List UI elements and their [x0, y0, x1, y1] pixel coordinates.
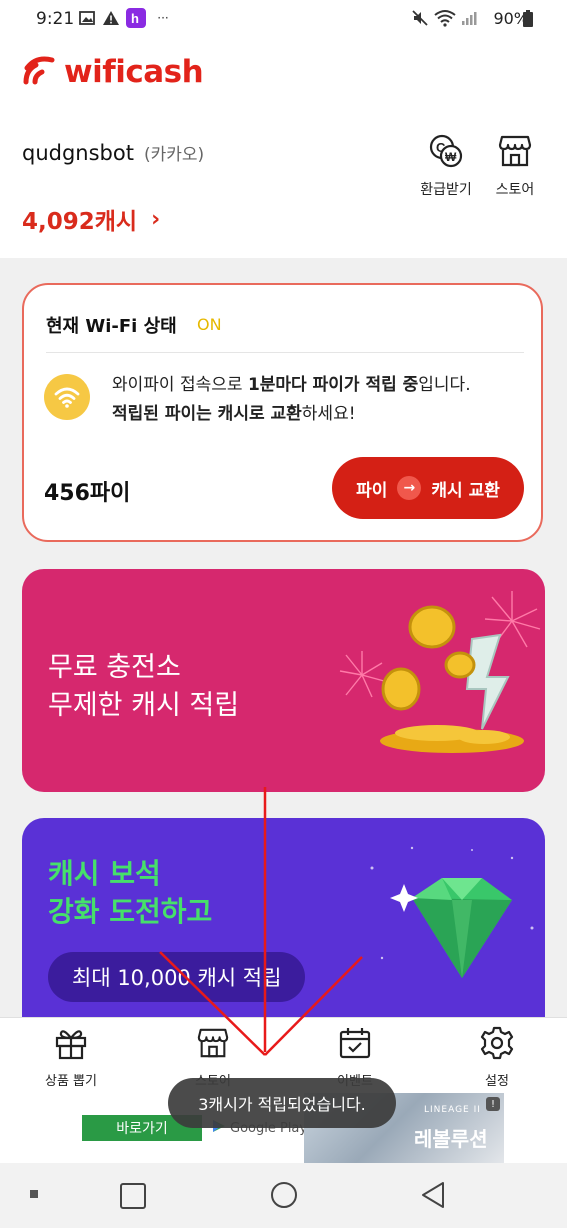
toast-message: 3캐시가 적립되었습니다. [168, 1078, 396, 1128]
home-icon[interactable] [270, 1181, 298, 1213]
wifi-status-card: 현재 Wi-Fi 상태 ON 와이파이 접속으로 1분마다 파이가 적립 중입니… [22, 283, 543, 542]
message-highlight: 1분마다 파이가 적립 중 [247, 375, 419, 395]
system-navigation-bar [0, 1163, 567, 1228]
username: qudgnsbot [22, 141, 134, 165]
pie-balance: 456파이 [44, 481, 131, 506]
signal-icon [460, 8, 478, 28]
nav-gift-draw[interactable]: 상품 뽑기 [11, 1026, 131, 1089]
store-label: 스토어 [495, 182, 535, 198]
cash-balance: 4,092캐시 [22, 209, 138, 235]
message-highlight: 적립된 파이는 캐시로 교환 [112, 404, 302, 424]
exchange-from-label: 파이 [356, 480, 388, 501]
recent-apps-icon[interactable] [120, 1183, 146, 1213]
svg-text:₩: ₩ [445, 150, 457, 164]
message-text: 하세요! [301, 404, 356, 424]
status-bar: 9:21 h ··· 90% [0, 0, 567, 38]
banner-free-line2: 무제한 캐시 적립 [48, 690, 240, 721]
message-text: 와이파이 접속으로 [112, 375, 248, 395]
exchange-pie-to-cash-button[interactable]: 파이 → 캐시 교환 [332, 457, 524, 519]
wifi-status-icon [434, 8, 456, 28]
wifi-logo-icon [22, 54, 56, 90]
divider [46, 352, 524, 353]
refund-button[interactable]: C ₩ 환급받기 [406, 133, 486, 199]
gear-icon [480, 1026, 514, 1064]
gem-upgrade-banner[interactable]: 캐시 보석 강화 도전하고 최대 10,000 캐시 적립 [22, 818, 545, 1048]
max-reward-pill: 최대 10,000 캐시 적립 [48, 952, 306, 1002]
coins-illustration [339, 591, 541, 753]
account-info: qudgnsbot (카카오) [22, 140, 204, 165]
mute-icon [410, 8, 430, 28]
warning-icon [102, 8, 120, 28]
nav-settings-label: 설정 [485, 1074, 509, 1089]
svg-text:h: h [131, 11, 139, 26]
wifi-icon [44, 374, 90, 420]
chevron-right-icon: › [151, 206, 161, 232]
status-time: 9:21 [36, 9, 75, 29]
banner-gem-line2: 강화 도전하고 [48, 895, 213, 928]
ad-info-icon[interactable]: ! [486, 1097, 500, 1111]
gem-icon [370, 846, 534, 978]
gift-icon [54, 1026, 88, 1064]
app-name: wificash [64, 54, 204, 90]
login-provider: (카카오) [143, 145, 205, 165]
wifi-card-title: 현재 Wi-Fi 상태 [46, 316, 177, 337]
wifi-card-message: 와이파이 접속으로 1분마다 파이가 적립 중입니다. 적립된 파이는 캐시로 … [112, 371, 532, 429]
free-charging-banner[interactable]: 무료 충전소 무제한 캐시 적립 [22, 569, 545, 792]
nav-gift-label: 상품 뽑기 [45, 1074, 97, 1089]
gallery-icon [78, 8, 96, 28]
store-button[interactable]: 스토어 [475, 133, 555, 199]
refund-label: 환급받기 [420, 182, 472, 198]
recent-dot-icon[interactable] [30, 1190, 38, 1198]
battery-icon [522, 8, 534, 28]
exchange-to-label: 캐시 교환 [431, 480, 500, 501]
store-icon [498, 133, 532, 173]
message-text: 입니다. [418, 375, 471, 395]
cash-balance-link[interactable]: 4,092캐시 › [22, 202, 160, 236]
nav-settings[interactable]: 설정 [437, 1026, 557, 1089]
banner-gem-line1: 캐시 보석 [48, 857, 161, 890]
more-notifications-icon: ··· [157, 11, 169, 25]
ad-game-title: 레볼루션 [414, 1127, 488, 1151]
app-notification-icon: h [126, 8, 146, 28]
ad-brand: LINEAGE II [424, 1105, 481, 1115]
store-icon [196, 1026, 230, 1064]
banner-free-line1: 무료 충전소 [48, 652, 181, 683]
calendar-check-icon [338, 1026, 372, 1064]
refund-icon: C ₩ [428, 133, 464, 173]
wifi-status-badge: ON [197, 315, 222, 334]
back-icon[interactable] [420, 1181, 446, 1213]
arrow-right-icon: → [397, 476, 422, 500]
app-logo: wificash [22, 52, 204, 92]
